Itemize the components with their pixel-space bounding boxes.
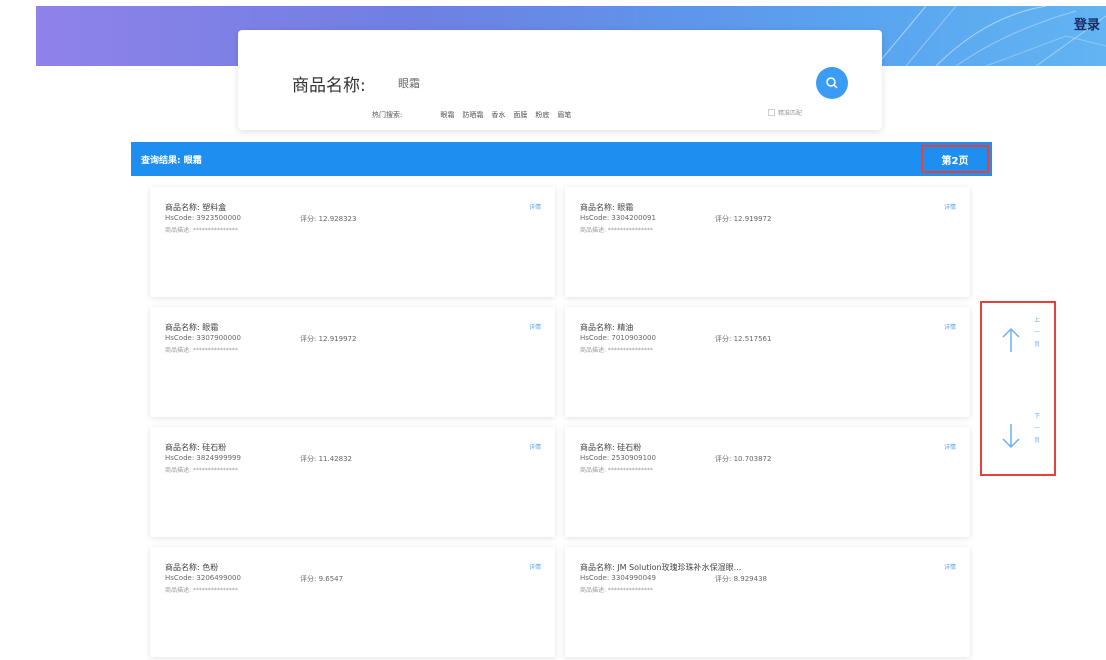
hot-search-item[interactable]: 眉笔 xyxy=(557,110,571,120)
product-name: 商品名称: 硅石粉 xyxy=(580,443,642,452)
checkbox-box[interactable] xyxy=(768,109,775,116)
product-name: 商品名称: 眼霜 xyxy=(165,323,219,332)
product-hscode: HsCode: 3304200091 xyxy=(580,214,656,222)
product-desc: 商品描述: *************** xyxy=(580,227,653,234)
product-name: 商品名称: 眼霜 xyxy=(580,203,634,212)
product-desc: 商品描述: *************** xyxy=(165,227,238,234)
product-hscode: HsCode: 3206499000 xyxy=(165,574,241,582)
product-hscode: HsCode: 3824999999 xyxy=(165,454,241,462)
detail-link[interactable]: 详情 xyxy=(529,442,541,451)
product-desc: 商品描述: *************** xyxy=(580,347,653,354)
product-score: 评分: 9.6547 xyxy=(300,575,344,583)
result-header-bar: 查询结果: 眼霜 第2页 xyxy=(131,142,992,176)
product-score: 评分: 11.42832 xyxy=(300,455,352,463)
product-desc: 商品描述: *************** xyxy=(580,467,653,474)
product-score: 评分: 8.929438 xyxy=(715,575,767,583)
hot-search-row: 热门搜索: 眼霜 防晒霜 香水 面膜 粉底 眉笔 xyxy=(372,110,579,120)
hot-search-item[interactable]: 粉底 xyxy=(535,110,549,120)
product-card: 商品名称: 硅石粉 详情 HsCode: 3824999999 评分: 11.4… xyxy=(150,427,555,537)
search-icon xyxy=(826,77,838,89)
product-desc: 商品描述: *************** xyxy=(580,587,653,594)
search-panel: 商品名称: 热门搜索: 眼霜 防晒霜 香水 面膜 粉底 眉笔 精准匹配 xyxy=(238,30,882,130)
product-name: 商品名称: 精油 xyxy=(580,323,634,332)
result-label: 查询结果: 眼霜 xyxy=(141,156,202,166)
product-card: 商品名称: 精油 详情 HsCode: 7010903000 评分: 12.51… xyxy=(565,307,970,417)
product-score: 评分: 10.703872 xyxy=(715,455,772,463)
product-hscode: HsCode: 3307900000 xyxy=(165,334,241,342)
product-name: 商品名称: 硅石粉 xyxy=(165,443,227,452)
hot-search-title: 热门搜索: xyxy=(372,111,403,119)
search-button[interactable] xyxy=(816,67,848,99)
product-score: 评分: 12.919972 xyxy=(300,335,357,343)
product-card: 商品名称: 塑料盒 详情 HsCode: 3923500000 评分: 12.9… xyxy=(150,187,555,297)
product-hscode: HsCode: 3923500000 xyxy=(165,214,241,222)
product-card: 商品名称: 眼霜 详情 HsCode: 3307900000 评分: 12.91… xyxy=(150,307,555,417)
arrow-down-icon xyxy=(1002,424,1020,449)
product-hscode: HsCode: 2530909100 xyxy=(580,454,656,462)
page-indicator: 第2页 xyxy=(921,145,989,173)
prev-page-button[interactable]: 上一页 xyxy=(996,315,1044,375)
product-score: 评分: 12.517561 xyxy=(715,335,772,343)
hot-search-item[interactable]: 防晒霜 xyxy=(462,110,483,120)
exact-match-label: 精准匹配 xyxy=(778,110,803,117)
product-card: 商品名称: JM Solution玫瑰珍珠补水保湿眼... 详情 HsCode:… xyxy=(565,547,970,657)
detail-link[interactable]: 详情 xyxy=(529,322,541,331)
detail-link[interactable]: 详情 xyxy=(944,442,956,451)
product-hscode: HsCode: 7010903000 xyxy=(580,334,656,342)
arrow-up-icon xyxy=(1002,327,1020,352)
product-card: 商品名称: 色粉 详情 HsCode: 3206499000 评分: 9.654… xyxy=(150,547,555,657)
detail-link[interactable]: 详情 xyxy=(944,202,956,211)
product-card: 商品名称: 眼霜 详情 HsCode: 3304200091 评分: 12.91… xyxy=(565,187,970,297)
detail-link[interactable]: 详情 xyxy=(944,562,956,571)
detail-link[interactable]: 详情 xyxy=(944,322,956,331)
prev-page-label: 上一页 xyxy=(1033,317,1040,348)
search-input[interactable] xyxy=(388,66,788,100)
product-hscode: HsCode: 3304990049 xyxy=(580,574,656,582)
hot-search-item[interactable]: 面膜 xyxy=(513,110,527,120)
product-card: 商品名称: 硅石粉 详情 HsCode: 2530909100 评分: 10.7… xyxy=(565,427,970,537)
product-desc: 商品描述: *************** xyxy=(165,587,238,594)
product-score: 评分: 12.919972 xyxy=(715,215,772,223)
hot-search-item[interactable]: 香水 xyxy=(491,110,505,120)
product-score: 评分: 12.928323 xyxy=(300,215,357,223)
page-nav-panel: 上一页 下一页 xyxy=(980,301,1056,476)
login-link[interactable]: 登录 xyxy=(1074,14,1100,33)
product-desc: 商品描述: *************** xyxy=(165,347,238,354)
next-page-button[interactable]: 下一页 xyxy=(996,411,1044,471)
product-desc: 商品描述: *************** xyxy=(165,467,238,474)
detail-link[interactable]: 详情 xyxy=(529,202,541,211)
product-name: 商品名称: 色粉 xyxy=(165,563,219,572)
product-name: 商品名称: 塑料盒 xyxy=(165,203,227,212)
next-page-label: 下一页 xyxy=(1033,413,1040,444)
product-name: 商品名称: JM Solution玫瑰珍珠补水保湿眼... xyxy=(580,563,742,572)
detail-link[interactable]: 详情 xyxy=(529,562,541,571)
hot-search-item[interactable]: 眼霜 xyxy=(440,110,454,120)
search-label: 商品名称: xyxy=(292,76,366,96)
exact-match-checkbox[interactable]: 精准匹配 xyxy=(768,108,802,117)
